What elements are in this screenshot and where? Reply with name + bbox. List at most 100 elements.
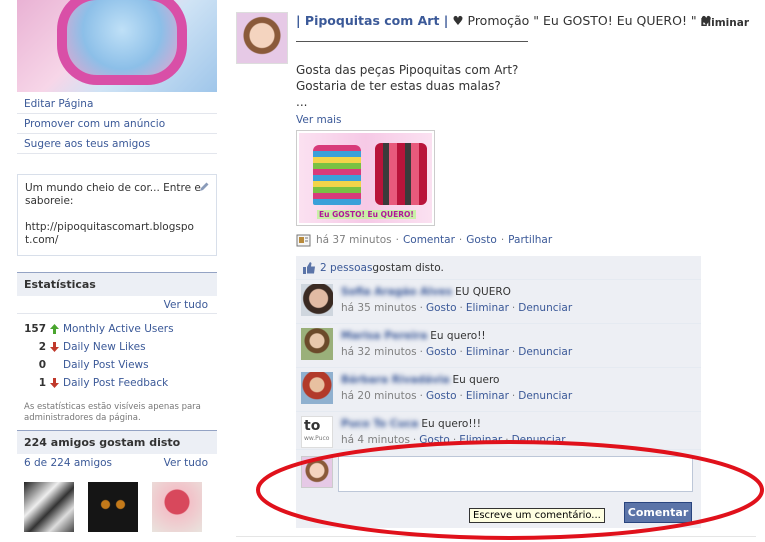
stat-row: 0 Daily Post Views <box>24 356 217 374</box>
comment-text: Eu quero!! <box>430 330 486 342</box>
tote-bag-image <box>375 143 427 205</box>
comment: Bárbara Rivadávia Eu quero há 20 minutos ·… <box>296 368 701 412</box>
pencil-edit-icon[interactable] <box>198 181 210 193</box>
comment-delete-link[interactable]: Eliminar <box>466 390 509 402</box>
commenter-avatar[interactable] <box>301 372 333 404</box>
stat-row: 1 Daily Post Feedback <box>24 374 217 392</box>
submit-comment-button[interactable]: Comentar <box>624 502 692 523</box>
comment-composer: Comentar Escreve um comentário... <box>296 450 701 528</box>
post-text: Gosta das peças Pipoquitas com Art? Gost… <box>296 62 756 110</box>
comment-like-link[interactable]: Gosto <box>426 346 457 358</box>
comment-text: Eu quero <box>452 374 500 386</box>
title-divider <box>296 41 528 42</box>
comment-timestamp: há 4 minutos <box>341 434 410 446</box>
comment-delete-link[interactable]: Eliminar <box>466 302 509 314</box>
commenter-avatar[interactable] <box>301 284 333 316</box>
friends-heading: 224 amigos gostam disto <box>17 430 217 454</box>
comment-text: Eu quero!!! <box>421 418 481 430</box>
stat-value: 2 <box>38 341 46 353</box>
comment-input[interactable] <box>338 456 693 492</box>
post-timestamp: há 37 minutos <box>316 234 392 246</box>
thumbs-up-icon <box>303 261 315 274</box>
about-box: Um mundo cheio de cor... Entre e saborei… <box>17 174 217 256</box>
likes-suffix: gostam disto. <box>372 261 444 274</box>
post-meta: há 37 minutos · Comentar · Gosto · Parti… <box>296 233 756 247</box>
avatar-logo-text: to <box>304 418 321 434</box>
comment-like-link[interactable]: Gosto <box>419 434 450 446</box>
page-avatar[interactable] <box>236 12 288 64</box>
comment-link[interactable]: Comentar <box>403 234 455 246</box>
post-header: | Pipoquitas com Art | ♥ Promoção " Eu G… <box>296 13 756 29</box>
stat-value: 0 <box>38 359 46 371</box>
post-text-line: Gosta das peças Pipoquitas com Art? <box>296 63 519 77</box>
commenter-avatar[interactable] <box>301 328 333 360</box>
stat-label[interactable]: Daily New Likes <box>63 338 146 356</box>
friends-see-all-link[interactable]: Ver tudo <box>164 454 208 472</box>
share-link[interactable]: Partilhar <box>508 234 552 246</box>
note-icon <box>296 234 311 246</box>
comment: Sofia Aragão Alves EU QUERO há 35 minutos… <box>296 280 701 324</box>
comment-report-link[interactable]: Denunciar <box>518 390 572 402</box>
profile-picture-frame <box>57 0 187 85</box>
comment-report-link[interactable]: Denunciar <box>518 346 572 358</box>
comment-report-link[interactable]: Denunciar <box>518 302 572 314</box>
friends-count-link[interactable]: 6 de 224 amigos <box>24 454 112 472</box>
comment-timestamp: há 20 minutos <box>341 390 417 402</box>
trend-up-icon <box>48 323 60 335</box>
edit-page-link[interactable]: Editar Página <box>17 94 217 114</box>
delete-post-button[interactable]: Eliminar <box>700 15 749 31</box>
see-more-link[interactable]: Ver mais <box>296 114 756 126</box>
trend-none-spacer <box>48 359 60 371</box>
trend-down-icon <box>48 377 60 389</box>
avatar-logo-subtext: ww.Puco <box>304 435 330 442</box>
about-text: Um mundo cheio de cor... Entre e saborei… <box>25 182 201 207</box>
likes-count-link[interactable]: 2 pessoas <box>320 256 372 280</box>
comment-delete-link[interactable]: Eliminar <box>466 346 509 358</box>
stat-value: 157 <box>24 323 46 335</box>
post-page-name-link[interactable]: | Pipoquitas com Art | <box>296 13 448 28</box>
my-avatar <box>301 456 333 488</box>
comment-report-link[interactable]: Denunciar <box>512 434 566 446</box>
stats-see-all-link[interactable]: Ver tudo <box>164 299 208 311</box>
post-image-caption: Eu GOSTO! Eu QUERO! <box>317 210 416 219</box>
post-image-content: Eu GOSTO! Eu QUERO! <box>299 133 432 223</box>
promote-ad-link[interactable]: Promover com um anúncio <box>17 114 217 134</box>
like-link[interactable]: Gosto <box>466 234 497 246</box>
commenter-name[interactable]: Marisa Pereira <box>341 330 427 342</box>
feed-divider <box>236 536 756 537</box>
stat-row: 2 Daily New Likes <box>24 338 217 356</box>
friend-thumbnail[interactable] <box>152 482 202 532</box>
comment-timestamp: há 32 minutos <box>341 346 417 358</box>
trend-down-icon <box>48 341 60 353</box>
stat-label[interactable]: Daily Post Views <box>63 356 149 374</box>
commenter-name[interactable]: Puco To Cuca <box>341 418 418 430</box>
post-text-line: ... <box>296 95 308 109</box>
comment-like-link[interactable]: Gosto <box>426 390 457 402</box>
stat-row: 157 Monthly Active Users <box>24 320 217 338</box>
stat-label[interactable]: Daily Post Feedback <box>63 374 168 392</box>
post-text-line: Gostaria de ter estas duas malas? <box>296 79 501 93</box>
ruffled-bag-image <box>313 145 361 205</box>
feedback-box: 2 pessoas gostam disto. Sofia Aragão Alv… <box>296 256 701 528</box>
friend-thumbnail[interactable] <box>88 482 138 532</box>
left-sidebar: Editar Página Promover com um anúncio Su… <box>17 0 217 532</box>
stat-label[interactable]: Monthly Active Users <box>63 320 174 338</box>
commenter-name[interactable]: Sofia Aragão Alves <box>341 286 452 298</box>
suggest-friends-link[interactable]: Sugere aos teus amigos <box>17 134 217 154</box>
commenter-name[interactable]: Bárbara Rivadávia <box>341 374 450 386</box>
comment-input-tooltip: Escreve um comentário... <box>469 508 605 523</box>
comment-like-link[interactable]: Gosto <box>426 302 457 314</box>
about-url: http://pipoquitascomart.blogspot.com/ <box>25 221 194 246</box>
page-profile-picture[interactable] <box>17 0 217 92</box>
comment-delete-link[interactable]: Eliminar <box>459 434 502 446</box>
stat-value: 1 <box>38 377 46 389</box>
likes-summary: 2 pessoas gostam disto. <box>296 256 701 280</box>
friend-thumbnails <box>17 472 217 532</box>
post-image[interactable]: Eu GOSTO! Eu QUERO! <box>296 130 435 226</box>
comment-text: EU QUERO <box>455 286 511 298</box>
friend-thumbnail[interactable] <box>24 482 74 532</box>
comment: Marisa Pereira Eu quero!! há 32 minutos · G… <box>296 324 701 368</box>
post-headline: ♥ Promoção " Eu GOSTO! Eu QUERO! " ♥ <box>448 13 712 28</box>
post: | Pipoquitas com Art | ♥ Promoção " Eu G… <box>296 13 756 528</box>
commenter-avatar[interactable]: to ww.Puco <box>301 416 333 448</box>
